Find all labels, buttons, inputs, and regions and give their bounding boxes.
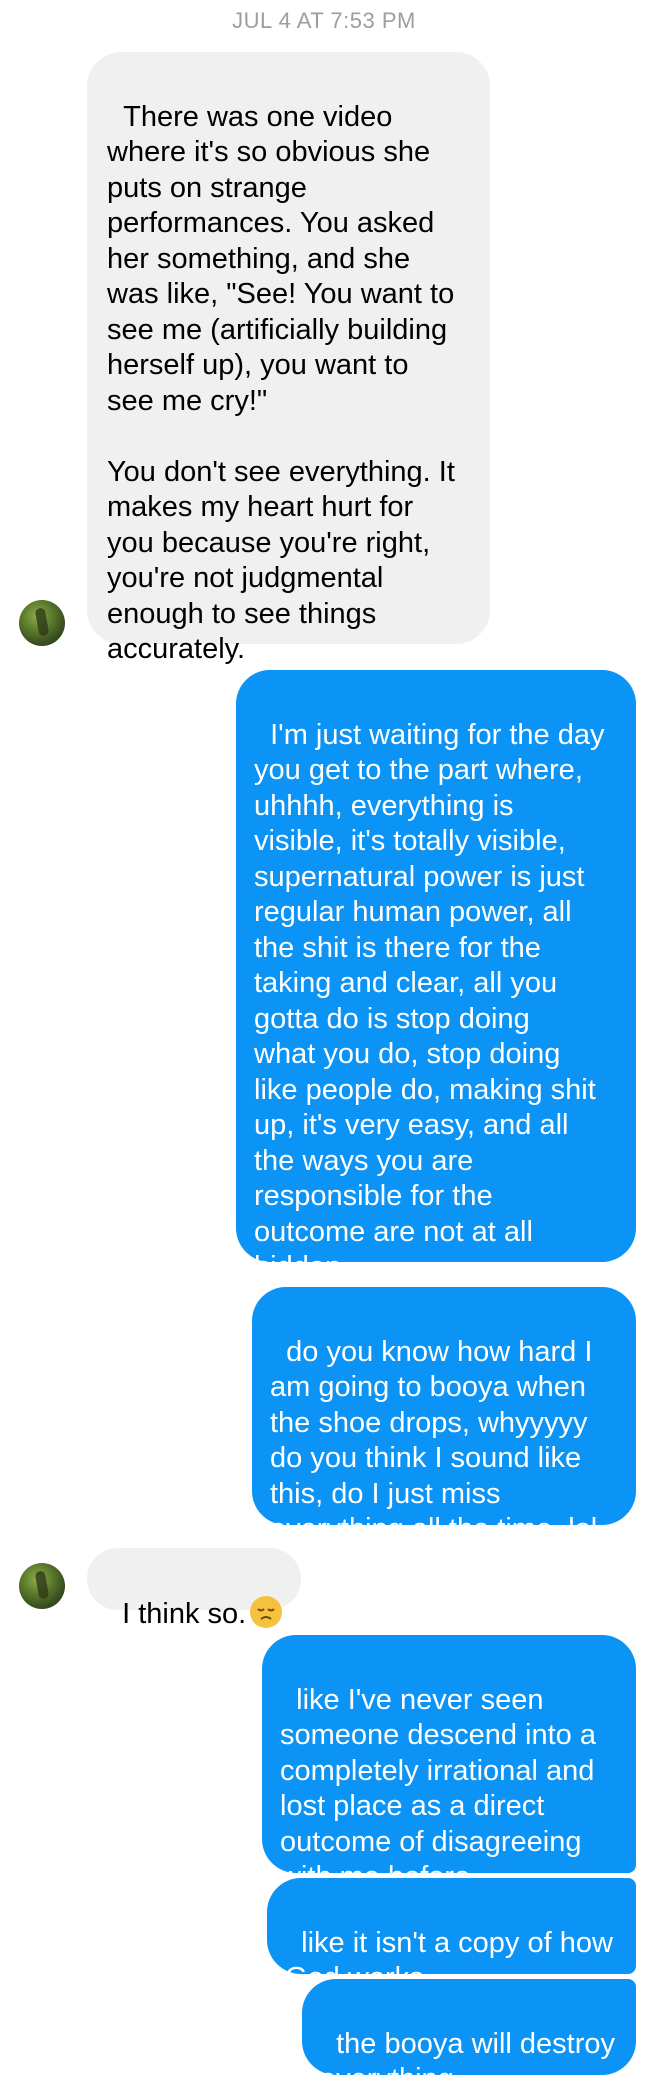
message-text: There was one video where it's so obviou… (107, 100, 455, 666)
message-bubble-incoming[interactable]: I think so. (87, 1548, 301, 1630)
message-text: the booya will destroy everything (320, 2027, 615, 2096)
message-text: I think so. (122, 1597, 247, 1630)
timestamp: JUL 4 AT 7:53 PM (232, 8, 416, 33)
message-bubble-outgoing[interactable]: like it isn't a copy of how God works (267, 1878, 636, 1994)
message-bubble-incoming[interactable]: There was one video where it's so obviou… (87, 52, 490, 665)
disappointed-face-icon (250, 1595, 283, 1628)
message-bubble-outgoing[interactable]: I'm just waiting for the day you get to … (236, 670, 636, 1283)
message-bubble-outgoing[interactable]: the booya will destroy everything (302, 1979, 636, 2095)
message-bubble-outgoing[interactable]: do you know how hard I am going to booya… (252, 1287, 636, 1545)
contact-avatar[interactable] (19, 600, 65, 646)
contact-avatar[interactable] (19, 1563, 65, 1609)
message-text: I'm just waiting for the day you get to … (254, 718, 605, 1284)
message-text: do you know how hard I am going to booya… (270, 1335, 598, 1546)
message-bubble-outgoing[interactable]: like I've never seen someone descend int… (262, 1635, 636, 1893)
message-text: like I've never seen someone descend int… (280, 1683, 596, 1894)
